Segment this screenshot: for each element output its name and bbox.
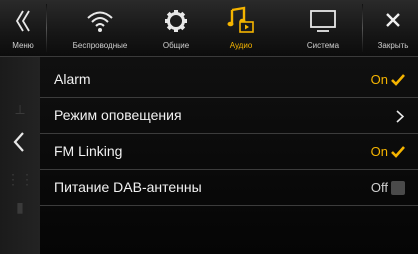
tab-audio-label: Аудио — [229, 41, 253, 50]
setting-row-alert-mode[interactable]: Режим оповещения — [40, 98, 418, 134]
divider — [46, 4, 47, 52]
setting-label: Режим оповещения — [54, 107, 182, 123]
setting-label: FM Linking — [54, 143, 123, 159]
checkmark-icon[interactable] — [390, 72, 406, 88]
menu-button[interactable]: Меню — [0, 0, 46, 56]
wifi-icon — [87, 11, 113, 32]
setting-row-dab-antenna-power[interactable]: Питание DAB-антенны Off — [40, 170, 418, 206]
chevron-right-icon — [396, 110, 404, 123]
tab-general-label: Общие — [162, 41, 190, 50]
close-button[interactable]: Закрыть — [368, 0, 418, 56]
setting-row-alarm[interactable]: Alarm On — [40, 62, 418, 98]
setting-value: On — [370, 72, 388, 87]
setting-value: On — [370, 144, 388, 159]
checkbox[interactable] — [391, 181, 405, 195]
gear-icon — [165, 10, 187, 32]
setting-value: Off — [370, 180, 388, 195]
monitor-icon — [310, 10, 336, 32]
checkmark-icon[interactable] — [390, 144, 406, 160]
tab-general[interactable]: Общие — [150, 0, 202, 56]
back-chevron-icon[interactable] — [12, 131, 26, 153]
ghost-icon: ▮ — [16, 199, 24, 215]
close-label: Закрыть — [377, 41, 409, 50]
left-strip: ⟂ ⋮⋮ ▮ — [0, 57, 40, 254]
ghost-icon: ⟂ — [15, 101, 25, 117]
tab-wireless[interactable]: Беспроводные — [60, 0, 140, 56]
divider — [362, 4, 363, 52]
tab-audio[interactable]: Аудио — [214, 0, 268, 56]
close-icon — [386, 13, 400, 27]
tab-wireless-label: Беспроводные — [72, 41, 128, 50]
menu-label: Меню — [12, 41, 34, 50]
setting-label: Alarm — [54, 71, 91, 87]
tab-system[interactable]: Система — [298, 0, 348, 56]
top-bar: Меню Беспроводные Общие Аудио Система За… — [0, 0, 418, 57]
ghost-icon: ⋮⋮ — [6, 171, 34, 187]
tab-system-label: Система — [306, 41, 340, 50]
setting-row-fm-linking[interactable]: FM Linking On — [40, 134, 418, 170]
setting-label: Питание DAB-антенны — [54, 179, 202, 195]
settings-list: Alarm On Режим оповещения FM Linking On … — [40, 57, 418, 254]
music-icon — [227, 6, 254, 33]
double-chevron-left-icon — [15, 10, 30, 32]
